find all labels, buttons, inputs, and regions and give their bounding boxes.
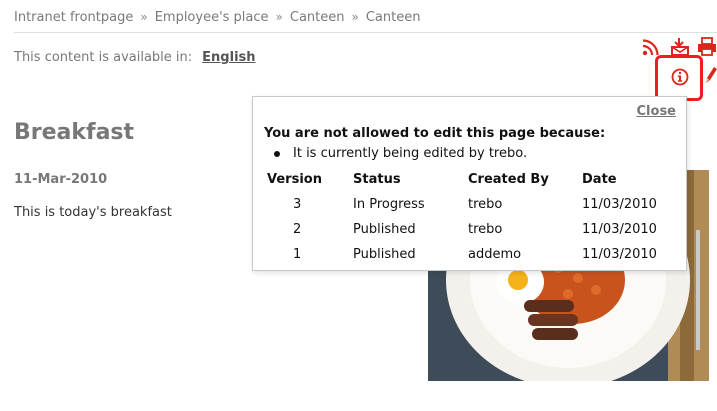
info-icon[interactable] [671, 68, 689, 86]
breadcrumb-item-canteen[interactable]: Canteen [290, 10, 345, 25]
breadcrumb-separator: » [351, 10, 359, 24]
popup-reason: It is currently being edited by trebo. [273, 146, 528, 161]
print-icon[interactable] [697, 37, 717, 57]
breadcrumb-separator: » [140, 10, 148, 24]
table-row: 3 In Progress trebo 11/03/2010 [267, 192, 682, 217]
language-link-english[interactable]: English [202, 50, 255, 65]
language-label: This content is available in: [14, 50, 193, 65]
date-cell: 11/03/2010 [582, 197, 657, 212]
column-header-date: Date [582, 171, 617, 187]
table-row: 1 Published addemo 11/03/2010 [267, 242, 682, 267]
breadcrumb-item-employees-place[interactable]: Employee's place [155, 10, 269, 25]
column-header-status: Status [353, 171, 401, 187]
edit-lock-popup: Close You are not allowed to edit this p… [252, 96, 687, 271]
article-body: This is today's breakfast [14, 205, 172, 220]
rss-icon[interactable] [642, 38, 660, 56]
article-date: 11-Mar-2010 [14, 172, 108, 187]
date-cell: 11/03/2010 [582, 222, 657, 237]
status-cell: In Progress [353, 197, 425, 212]
breadcrumb: Intranet frontpage » Employee's place » Cant… [14, 10, 420, 25]
created-by-cell: addemo [468, 247, 522, 262]
date-cell: 11/03/2010 [582, 247, 657, 262]
version-table-header: Version Status Created By Date [267, 170, 682, 192]
version-table: Version Status Created By Date 3 In Prog… [267, 170, 682, 267]
breadcrumb-item-intranet-frontpage[interactable]: Intranet frontpage [14, 10, 133, 25]
language-bar: This content is available in: English [14, 50, 256, 65]
article-title: Breakfast [14, 120, 135, 145]
version-cell: 1 [293, 247, 302, 262]
version-cell: 2 [293, 222, 302, 237]
breadcrumb-current: Canteen [365, 10, 421, 25]
breadcrumb-separator: » [275, 10, 283, 24]
popup-close-link[interactable]: Close [637, 104, 676, 119]
subscribe-icon[interactable] [670, 37, 690, 57]
column-header-created-by: Created By [468, 171, 549, 187]
status-cell: Published [353, 247, 416, 262]
edit-icon[interactable] [703, 66, 717, 84]
info-icon-highlight [655, 55, 703, 101]
created-by-cell: trebo [468, 197, 503, 212]
created-by-cell: trebo [468, 222, 503, 237]
status-cell: Published [353, 222, 416, 237]
popup-heading: You are not allowed to edit this page be… [264, 126, 606, 141]
column-header-version: Version [267, 171, 322, 187]
table-row: 2 Published trebo 11/03/2010 [267, 217, 682, 242]
header-divider [14, 32, 717, 33]
page: Intranet frontpage » Employee's place » Cant… [0, 0, 717, 411]
version-cell: 3 [293, 197, 302, 212]
